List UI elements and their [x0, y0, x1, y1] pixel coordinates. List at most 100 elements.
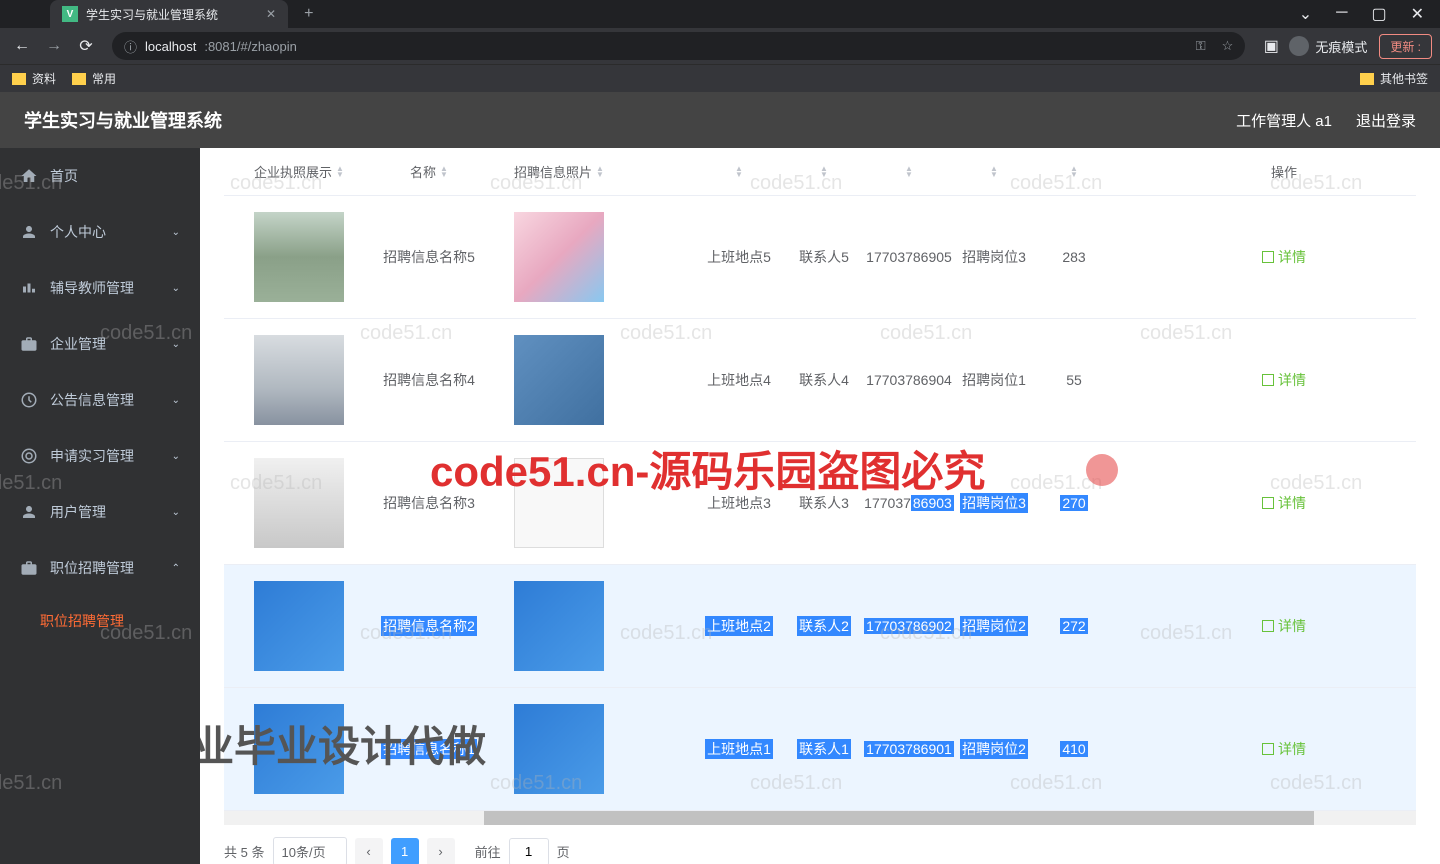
- key-icon[interactable]: ⚿: [1196, 38, 1206, 54]
- document-icon: [1262, 374, 1274, 386]
- header-user-link[interactable]: 工作管理人 a1: [1236, 110, 1332, 131]
- next-page-button[interactable]: ›: [427, 838, 455, 864]
- home-icon: [20, 167, 38, 185]
- detail-button[interactable]: 详情: [1262, 370, 1306, 390]
- maximize-icon[interactable]: ▢: [1371, 4, 1386, 24]
- incognito-icon: [1289, 36, 1309, 56]
- goto-suffix: 页: [557, 842, 570, 861]
- minimize-icon[interactable]: ─: [1336, 4, 1347, 24]
- bookmark-folder-2[interactable]: 常用: [72, 70, 116, 87]
- cell-company-img: [224, 581, 374, 671]
- star-icon[interactable]: ☆: [1222, 38, 1234, 54]
- detail-button[interactable]: 详情: [1262, 493, 1306, 513]
- page-size-select[interactable]: 10条/页: [273, 837, 347, 864]
- extensions-icon[interactable]: ▣: [1257, 32, 1285, 60]
- sidebar-item-7[interactable]: 职位招聘管理⌃: [0, 540, 200, 596]
- document-icon: [1262, 497, 1274, 509]
- page-1-button[interactable]: 1: [391, 838, 419, 864]
- back-button[interactable]: ←: [8, 32, 36, 60]
- cell-contact: 联系人4: [784, 370, 864, 390]
- app-title: 学生实习与就业管理系统: [24, 107, 222, 133]
- cell-name: 招聘信息名称3: [374, 493, 484, 513]
- prev-page-button[interactable]: ‹: [355, 838, 383, 864]
- briefcase-icon: [20, 335, 38, 353]
- user-icon: [20, 503, 38, 521]
- table-row[interactable]: 招聘信息名称4 上班地点4 联系人4 17703786904 招聘岗位1 55 …: [224, 319, 1416, 442]
- reload-button[interactable]: ⟳: [72, 32, 100, 60]
- sidebar-item-3[interactable]: 企业管理⌄: [0, 316, 200, 372]
- th-sort[interactable]: ▲▼: [954, 166, 1034, 178]
- th-img2[interactable]: 招聘信息照片▲▼: [484, 162, 634, 181]
- new-tab-icon[interactable]: +: [304, 5, 313, 23]
- cell-location: 上班地点2: [694, 616, 784, 636]
- sidebar-label: 个人中心: [50, 222, 106, 242]
- th-sort[interactable]: ▲▼: [694, 166, 784, 178]
- cell-count: 410: [1034, 741, 1114, 757]
- bookmark-folder-1[interactable]: 资料: [12, 70, 56, 87]
- detail-button[interactable]: 详情: [1262, 739, 1306, 759]
- vue-favicon: V: [62, 6, 78, 22]
- browser-tab-active[interactable]: V 学生实习与就业管理系统 ✕: [50, 0, 288, 28]
- target-icon: [20, 447, 38, 465]
- sidebar-item-2[interactable]: 辅导教师管理⌄: [0, 260, 200, 316]
- update-button[interactable]: 更新 :: [1379, 34, 1432, 59]
- close-window-icon[interactable]: ✕: [1411, 4, 1424, 24]
- cell-company-img: [224, 704, 374, 794]
- other-bookmarks[interactable]: 其他书签: [1360, 70, 1428, 87]
- th-sort[interactable]: ▲▼: [1034, 166, 1114, 178]
- cell-recruit-img: [484, 335, 634, 425]
- sidebar-item-1[interactable]: 个人中心 ⌄: [0, 204, 200, 260]
- th-name[interactable]: 名称▲▼: [374, 162, 484, 181]
- folder-icon: [12, 73, 26, 85]
- cell-operation: 详情: [1244, 616, 1324, 636]
- url-path: :8081/#/zhaopin: [204, 39, 297, 54]
- cell-company-img: [224, 212, 374, 302]
- sidebar-item-0[interactable]: 首页: [0, 148, 200, 204]
- chevron-down-icon: ⌄: [172, 451, 180, 462]
- chevron-down-icon[interactable]: ⌄: [1299, 4, 1312, 24]
- goto-page-input[interactable]: [509, 838, 549, 864]
- sidebar-item-4[interactable]: 公告信息管理⌄: [0, 372, 200, 428]
- sidebar-item-6[interactable]: 用户管理⌄: [0, 484, 200, 540]
- cell-post: 招聘岗位1: [954, 370, 1034, 390]
- th-img1[interactable]: 企业执照展示▲▼: [224, 162, 374, 181]
- cell-phone: 17703786903: [864, 495, 954, 511]
- detail-button[interactable]: 详情: [1262, 616, 1306, 636]
- close-tab-icon[interactable]: ✕: [266, 7, 276, 21]
- table-row[interactable]: 招聘信息名称3 上班地点3 联系人3 17703786903 招聘岗位3 270…: [224, 442, 1416, 565]
- sidebar-subitem-active[interactable]: 职位招聘管理: [0, 596, 200, 646]
- chevron-down-icon: ⌄: [172, 227, 180, 238]
- horizontal-scrollbar[interactable]: [224, 811, 1416, 825]
- table-row[interactable]: 招聘信息名称2 上班地点2 联系人2 17703786902 招聘岗位2 272…: [224, 565, 1416, 688]
- document-icon: [1262, 743, 1274, 755]
- cell-recruit-img: [484, 704, 634, 794]
- cell-name: 招聘信息名称1: [374, 739, 484, 759]
- sidebar-label: 申请实习管理: [50, 446, 134, 466]
- user-icon: [20, 223, 38, 241]
- pagination: 共 5 条 10条/页 ‹ 1 › 前往 页: [200, 825, 1440, 864]
- logout-link[interactable]: 退出登录: [1356, 110, 1416, 131]
- document-icon: [1262, 620, 1274, 632]
- cell-contact: 联系人5: [784, 247, 864, 267]
- cell-operation: 详情: [1244, 370, 1324, 390]
- browser-toolbar: ← → ⟳ ⓘ localhost:8081/#/zhaopin ⚿ ☆ ▣ 无…: [0, 28, 1440, 64]
- cell-contact: 联系人3: [784, 493, 864, 513]
- scrollbar-thumb[interactable]: [484, 811, 1314, 825]
- url-bar[interactable]: ⓘ localhost:8081/#/zhaopin ⚿ ☆: [112, 32, 1245, 60]
- chevron-up-icon: ⌃: [172, 563, 180, 574]
- sidebar-item-5[interactable]: 申请实习管理 ⌄: [0, 428, 200, 484]
- cell-post: 招聘岗位2: [954, 616, 1034, 636]
- table-row[interactable]: 招聘信息名称1 上班地点1 联系人1 17703786901 招聘岗位2 410…: [224, 688, 1416, 811]
- forward-button[interactable]: →: [40, 32, 68, 60]
- detail-button[interactable]: 详情: [1262, 247, 1306, 267]
- th-sort[interactable]: ▲▼: [784, 166, 864, 178]
- bars-icon: [20, 279, 38, 297]
- cell-phone: 17703786904: [864, 372, 954, 388]
- chevron-down-icon: ⌄: [172, 395, 180, 406]
- document-icon: [1262, 251, 1274, 263]
- cell-name: 招聘信息名称4: [374, 370, 484, 390]
- th-sort[interactable]: ▲▼: [864, 166, 954, 178]
- cell-phone: 17703786902: [864, 618, 954, 634]
- table-row[interactable]: 招聘信息名称5 上班地点5 联系人5 17703786905 招聘岗位3 283…: [224, 196, 1416, 319]
- folder-icon: [72, 73, 86, 85]
